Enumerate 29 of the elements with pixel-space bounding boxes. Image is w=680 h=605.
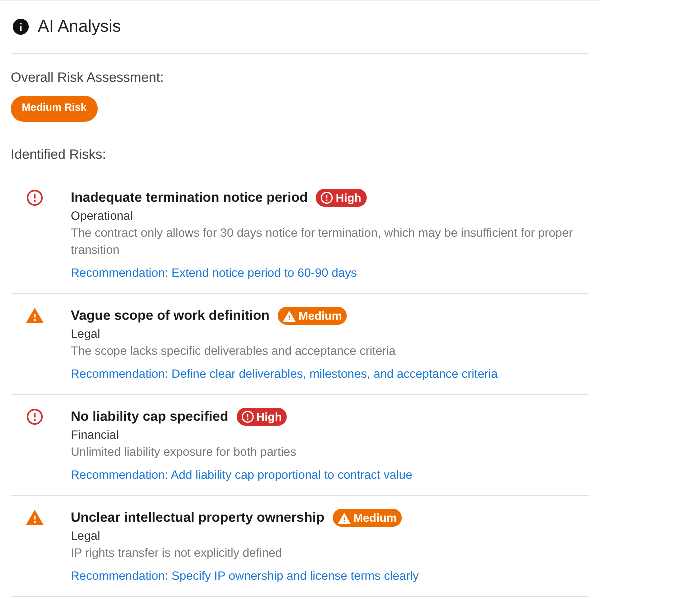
panel-title: AI Analysis [38, 16, 122, 38]
overall-risk-badge: Medium Risk [11, 96, 98, 122]
severity-label: Medium [298, 310, 342, 324]
risk-category: Legal [71, 528, 102, 545]
risk-title: Inadequate termination notice period [71, 189, 308, 207]
risk-title: No liability cap specified [71, 408, 229, 426]
recommendation-text: Recommendation: Specify IP ownership and license terms clearly [71, 568, 419, 585]
risk-title: Vague scope of work definition [71, 307, 270, 325]
warning-icon [26, 510, 44, 526]
warning-icon [338, 512, 351, 524]
severity-label: Medium [354, 512, 398, 526]
warning-icon [282, 310, 296, 322]
risk-description: The scope lacks specific deliverables and acceptance criteria [71, 343, 397, 360]
severity-label: High [336, 192, 362, 206]
section-label: Identified Risks: [11, 147, 106, 162]
risk-description: Unlimited liability exposure for both parties [71, 444, 298, 461]
recommendation-text: Recommendation: Extend notice period to 60-90 days [71, 265, 358, 282]
risk-description: IP rights transfer is not explicitly defined [71, 545, 284, 562]
warning-icon [26, 308, 44, 324]
severity-label: High [256, 410, 282, 426]
risk-category: Financial [71, 427, 120, 444]
recommendation-text: Recommendation: Add liability cap proportional to contract value [71, 467, 413, 484]
info-icon [13, 19, 29, 35]
risk-title: Unclear intellectual property ownership [71, 509, 325, 527]
recommendation-text: Recommendation: Define clear deliverables, milestones, and acceptance criteria [71, 366, 498, 383]
risk-category: Operational [71, 208, 134, 225]
risk-description: The contract only allows for 30 days notice for termination, which may be insufficient for proper transition [71, 225, 574, 259]
section-label: Overall Risk Assessment: [11, 70, 164, 85]
risk-category: Legal [71, 326, 102, 343]
